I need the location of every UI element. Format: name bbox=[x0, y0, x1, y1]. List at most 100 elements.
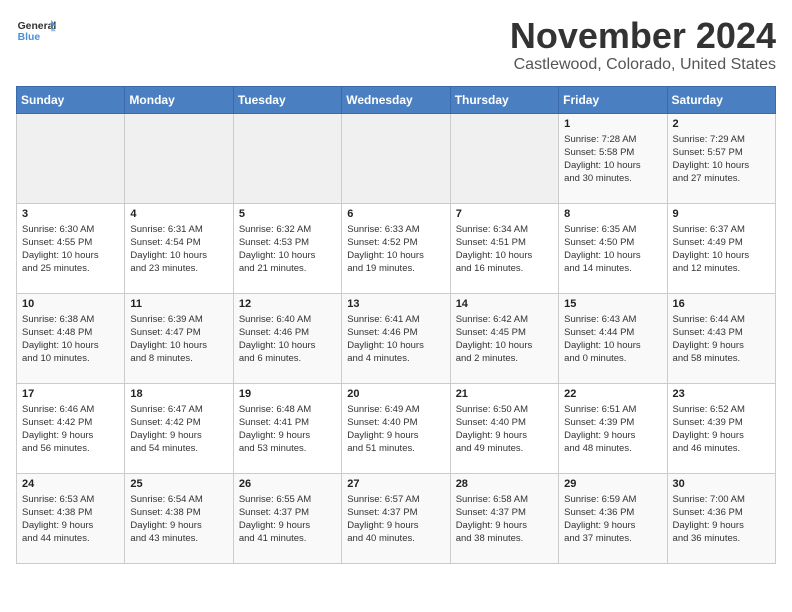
day-number: 30 bbox=[673, 478, 770, 490]
day-number: 29 bbox=[564, 478, 661, 490]
calendar-cell: 19Sunrise: 6:48 AM Sunset: 4:41 PM Dayli… bbox=[233, 383, 341, 473]
day-number: 17 bbox=[22, 388, 119, 400]
title-block: November 2024 Castlewood, Colorado, Unit… bbox=[510, 16, 776, 74]
calendar-cell: 24 Sunrise: 6:53 AM Sunset: 4:38 PM Dayli… bbox=[17, 473, 125, 563]
day-number: 1 bbox=[564, 118, 661, 130]
calendar-cell: 29 Sunrise: 6:59 AM Sunset: 4:36 PM Dayli… bbox=[559, 473, 667, 563]
day-info: Sunrise: 6:40 AM Sunset: 4:46 PM Dayligh… bbox=[239, 313, 336, 366]
weekday-header: Sunday bbox=[17, 86, 125, 113]
day-number: 7 bbox=[456, 208, 553, 220]
day-info: Sunrise: 6:34 AM Sunset: 4:51 PM Dayligh… bbox=[456, 223, 553, 276]
logo: General Blue bbox=[16, 16, 56, 46]
calendar-cell: 27 Sunrise: 6:57 AM Sunset: 4:37 PM Dayli… bbox=[342, 473, 450, 563]
calendar-cell: 22Sunrise: 6:51 AM Sunset: 4:39 PM Dayli… bbox=[559, 383, 667, 473]
calendar-cell: 23 Sunrise: 6:52 AM Sunset: 4:39 PM Dayli… bbox=[667, 383, 775, 473]
svg-text:Blue: Blue bbox=[18, 32, 41, 43]
day-info: Sunrise: 6:37 AM Sunset: 4:49 PM Dayligh… bbox=[673, 223, 770, 276]
day-info: Sunrise: 6:39 AM Sunset: 4:47 PM Dayligh… bbox=[130, 313, 227, 366]
calendar-week-row: 1 Sunrise: 7:28 AM Sunset: 5:58 PM Daylig… bbox=[17, 113, 776, 203]
day-info: Sunrise: 6:54 AM Sunset: 4:38 PM Dayligh… bbox=[130, 493, 227, 546]
day-info: Sunrise: 6:41 AM Sunset: 4:46 PM Dayligh… bbox=[347, 313, 444, 366]
weekday-header: Friday bbox=[559, 86, 667, 113]
day-number: 16 bbox=[673, 298, 770, 310]
day-info: Sunrise: 7:28 AM Sunset: 5:58 PM Dayligh… bbox=[564, 133, 661, 186]
day-info: Sunrise: 6:53 AM Sunset: 4:38 PM Dayligh… bbox=[22, 493, 119, 546]
calendar-cell: 2 Sunrise: 7:29 AM Sunset: 5:57 PM Daylig… bbox=[667, 113, 775, 203]
logo-icon: General Blue bbox=[16, 16, 56, 44]
day-number: 5 bbox=[239, 208, 336, 220]
day-number: 25 bbox=[130, 478, 227, 490]
svg-text:General: General bbox=[18, 21, 56, 32]
day-info: Sunrise: 6:32 AM Sunset: 4:53 PM Dayligh… bbox=[239, 223, 336, 276]
day-info: Sunrise: 6:47 AM Sunset: 4:42 PM Dayligh… bbox=[130, 403, 227, 456]
day-number: 24 bbox=[22, 478, 119, 490]
day-info: Sunrise: 6:49 AM Sunset: 4:40 PM Dayligh… bbox=[347, 403, 444, 456]
day-info: Sunrise: 6:30 AM Sunset: 4:55 PM Dayligh… bbox=[22, 223, 119, 276]
day-info: Sunrise: 7:00 AM Sunset: 4:36 PM Dayligh… bbox=[673, 493, 770, 546]
day-number: 13 bbox=[347, 298, 444, 310]
calendar-cell: 4Sunrise: 6:31 AM Sunset: 4:54 PM Daylig… bbox=[125, 203, 233, 293]
day-number: 27 bbox=[347, 478, 444, 490]
day-info: Sunrise: 7:29 AM Sunset: 5:57 PM Dayligh… bbox=[673, 133, 770, 186]
calendar-week-row: 10Sunrise: 6:38 AM Sunset: 4:48 PM Dayli… bbox=[17, 293, 776, 383]
day-info: Sunrise: 6:38 AM Sunset: 4:48 PM Dayligh… bbox=[22, 313, 119, 366]
calendar-cell: 16 Sunrise: 6:44 AM Sunset: 4:43 PM Dayli… bbox=[667, 293, 775, 383]
day-info: Sunrise: 6:46 AM Sunset: 4:42 PM Dayligh… bbox=[22, 403, 119, 456]
day-info: Sunrise: 6:52 AM Sunset: 4:39 PM Dayligh… bbox=[673, 403, 770, 456]
calendar-week-row: 3Sunrise: 6:30 AM Sunset: 4:55 PM Daylig… bbox=[17, 203, 776, 293]
day-info: Sunrise: 6:33 AM Sunset: 4:52 PM Dayligh… bbox=[347, 223, 444, 276]
day-info: Sunrise: 6:43 AM Sunset: 4:44 PM Dayligh… bbox=[564, 313, 661, 366]
calendar-cell: 20Sunrise: 6:49 AM Sunset: 4:40 PM Dayli… bbox=[342, 383, 450, 473]
day-info: Sunrise: 6:42 AM Sunset: 4:45 PM Dayligh… bbox=[456, 313, 553, 366]
day-number: 11 bbox=[130, 298, 227, 310]
calendar-cell: 14 Sunrise: 6:42 AM Sunset: 4:45 PM Dayli… bbox=[450, 293, 558, 383]
day-info: Sunrise: 6:59 AM Sunset: 4:36 PM Dayligh… bbox=[564, 493, 661, 546]
calendar-cell bbox=[450, 113, 558, 203]
day-info: Sunrise: 6:35 AM Sunset: 4:50 PM Dayligh… bbox=[564, 223, 661, 276]
page-header: General Blue November 2024 Castlewood, C… bbox=[16, 16, 776, 74]
calendar-cell: 26 Sunrise: 6:55 AM Sunset: 4:37 PM Dayli… bbox=[233, 473, 341, 563]
day-number: 23 bbox=[673, 388, 770, 400]
weekday-header: Saturday bbox=[667, 86, 775, 113]
calendar-cell: 21 Sunrise: 6:50 AM Sunset: 4:40 PM Dayli… bbox=[450, 383, 558, 473]
calendar-cell: 13 Sunrise: 6:41 AM Sunset: 4:46 PM Dayli… bbox=[342, 293, 450, 383]
day-number: 18 bbox=[130, 388, 227, 400]
day-number: 28 bbox=[456, 478, 553, 490]
day-number: 8 bbox=[564, 208, 661, 220]
day-info: Sunrise: 6:50 AM Sunset: 4:40 PM Dayligh… bbox=[456, 403, 553, 456]
calendar-cell bbox=[125, 113, 233, 203]
calendar-week-row: 24 Sunrise: 6:53 AM Sunset: 4:38 PM Dayli… bbox=[17, 473, 776, 563]
month-title: November 2024 bbox=[510, 16, 776, 56]
calendar-cell: 15Sunrise: 6:43 AM Sunset: 4:44 PM Dayli… bbox=[559, 293, 667, 383]
calendar-cell: 10Sunrise: 6:38 AM Sunset: 4:48 PM Dayli… bbox=[17, 293, 125, 383]
calendar-cell: 3Sunrise: 6:30 AM Sunset: 4:55 PM Daylig… bbox=[17, 203, 125, 293]
day-number: 2 bbox=[673, 118, 770, 130]
calendar-cell: 9 Sunrise: 6:37 AM Sunset: 4:49 PM Daylig… bbox=[667, 203, 775, 293]
calendar-cell: 12 Sunrise: 6:40 AM Sunset: 4:46 PM Dayli… bbox=[233, 293, 341, 383]
day-number: 6 bbox=[347, 208, 444, 220]
day-info: Sunrise: 6:58 AM Sunset: 4:37 PM Dayligh… bbox=[456, 493, 553, 546]
weekday-header: Wednesday bbox=[342, 86, 450, 113]
weekday-header: Monday bbox=[125, 86, 233, 113]
calendar-cell: 7 Sunrise: 6:34 AM Sunset: 4:51 PM Daylig… bbox=[450, 203, 558, 293]
calendar-cell: 25 Sunrise: 6:54 AM Sunset: 4:38 PM Dayli… bbox=[125, 473, 233, 563]
calendar-cell: 6 Sunrise: 6:33 AM Sunset: 4:52 PM Daylig… bbox=[342, 203, 450, 293]
calendar-cell: 30 Sunrise: 7:00 AM Sunset: 4:36 PM Dayli… bbox=[667, 473, 775, 563]
day-number: 26 bbox=[239, 478, 336, 490]
day-info: Sunrise: 6:51 AM Sunset: 4:39 PM Dayligh… bbox=[564, 403, 661, 456]
day-info: Sunrise: 6:57 AM Sunset: 4:37 PM Dayligh… bbox=[347, 493, 444, 546]
weekday-header: Thursday bbox=[450, 86, 558, 113]
day-number: 21 bbox=[456, 388, 553, 400]
day-info: Sunrise: 6:44 AM Sunset: 4:43 PM Dayligh… bbox=[673, 313, 770, 366]
day-number: 4 bbox=[130, 208, 227, 220]
day-info: Sunrise: 6:55 AM Sunset: 4:37 PM Dayligh… bbox=[239, 493, 336, 546]
calendar-cell bbox=[233, 113, 341, 203]
calendar-cell: 17 Sunrise: 6:46 AM Sunset: 4:42 PM Dayli… bbox=[17, 383, 125, 473]
calendar-cell: 18 Sunrise: 6:47 AM Sunset: 4:42 PM Dayli… bbox=[125, 383, 233, 473]
day-number: 9 bbox=[673, 208, 770, 220]
calendar-cell: 28 Sunrise: 6:58 AM Sunset: 4:37 PM Dayli… bbox=[450, 473, 558, 563]
day-number: 14 bbox=[456, 298, 553, 310]
day-number: 12 bbox=[239, 298, 336, 310]
calendar-week-row: 17 Sunrise: 6:46 AM Sunset: 4:42 PM Dayli… bbox=[17, 383, 776, 473]
weekday-header-row: SundayMondayTuesdayWednesdayThursdayFrid… bbox=[17, 86, 776, 113]
